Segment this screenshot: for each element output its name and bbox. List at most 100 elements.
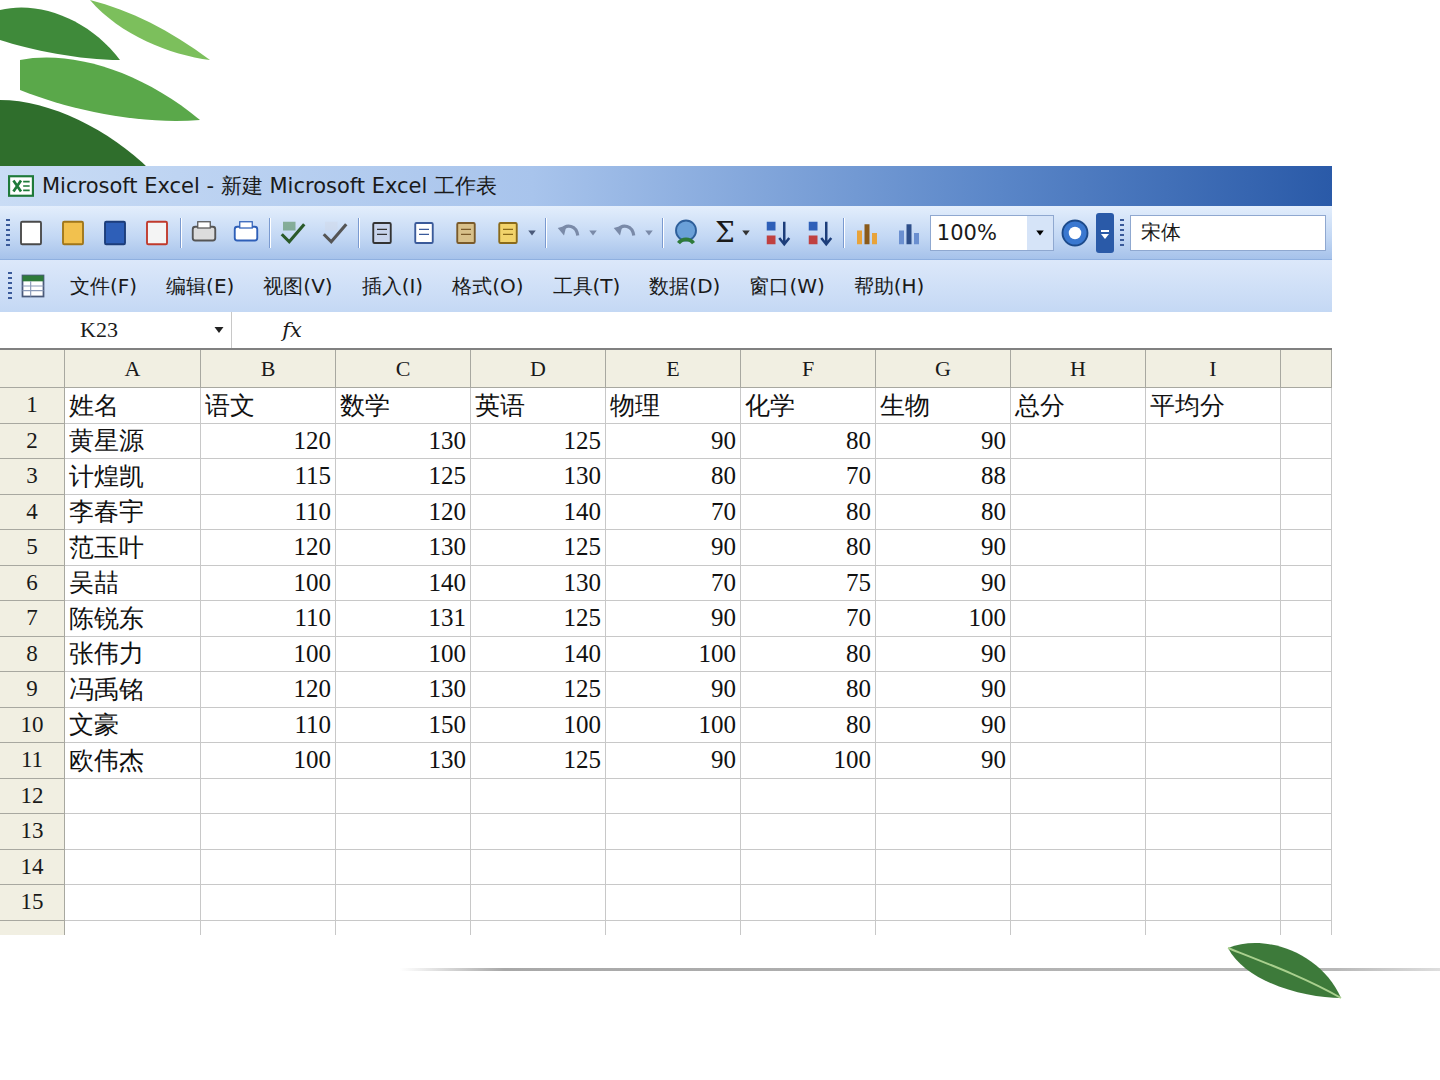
menu-item[interactable]: 格式(O) bbox=[452, 273, 523, 300]
cell[interactable]: 100 bbox=[336, 637, 471, 673]
cell[interactable]: 80 bbox=[606, 459, 741, 495]
cell[interactable] bbox=[201, 814, 336, 850]
cell[interactable]: 90 bbox=[876, 708, 1011, 744]
autosum-button[interactable]: Σ bbox=[713, 216, 737, 249]
cell[interactable]: 80 bbox=[741, 708, 876, 744]
cell[interactable]: 125 bbox=[471, 601, 606, 637]
insert-function-button[interactable]: fx bbox=[232, 318, 352, 342]
cell[interactable] bbox=[201, 921, 336, 936]
sort-descending-icon[interactable] bbox=[805, 218, 835, 248]
cell[interactable] bbox=[1146, 459, 1281, 495]
row-header[interactable]: 6 bbox=[0, 566, 65, 602]
cell[interactable]: 李春宇 bbox=[65, 495, 201, 531]
cell[interactable] bbox=[1146, 885, 1281, 921]
cell[interactable]: 70 bbox=[606, 566, 741, 602]
cell[interactable]: 120 bbox=[201, 672, 336, 708]
cell[interactable]: 110 bbox=[201, 708, 336, 744]
cell[interactable] bbox=[1011, 424, 1146, 460]
cell[interactable] bbox=[1011, 672, 1146, 708]
cell[interactable] bbox=[1146, 850, 1281, 886]
cell[interactable] bbox=[1146, 743, 1281, 779]
cell[interactable] bbox=[65, 779, 201, 815]
cell[interactable] bbox=[1146, 708, 1281, 744]
cell[interactable]: 125 bbox=[336, 459, 471, 495]
menu-item[interactable]: 工具(T) bbox=[553, 273, 621, 300]
cell[interactable] bbox=[606, 885, 741, 921]
cell[interactable] bbox=[1146, 779, 1281, 815]
cell[interactable]: 80 bbox=[741, 424, 876, 460]
row-header[interactable]: 8 bbox=[0, 637, 65, 673]
cell[interactable] bbox=[1281, 885, 1332, 921]
menu-item[interactable]: 数据(D) bbox=[649, 273, 720, 300]
spelling-icon[interactable] bbox=[278, 218, 308, 248]
print-icon[interactable] bbox=[189, 218, 219, 248]
cell[interactable]: 90 bbox=[876, 566, 1011, 602]
column-header[interactable]: H bbox=[1011, 350, 1146, 388]
cell[interactable] bbox=[1281, 388, 1332, 424]
cell[interactable]: 140 bbox=[471, 637, 606, 673]
column-header[interactable] bbox=[1281, 350, 1332, 388]
cell[interactable] bbox=[876, 779, 1011, 815]
cell[interactable] bbox=[1281, 424, 1332, 460]
undo-icon[interactable] bbox=[554, 218, 584, 248]
cell[interactable] bbox=[336, 921, 471, 936]
row-header[interactable] bbox=[0, 921, 65, 936]
cell[interactable]: 80 bbox=[876, 495, 1011, 531]
row-header[interactable]: 2 bbox=[0, 424, 65, 460]
cell[interactable] bbox=[1146, 814, 1281, 850]
cell[interactable] bbox=[1146, 424, 1281, 460]
cell[interactable]: 70 bbox=[741, 601, 876, 637]
cell[interactable]: 130 bbox=[471, 566, 606, 602]
row-header[interactable]: 10 bbox=[0, 708, 65, 744]
row-header[interactable]: 9 bbox=[0, 672, 65, 708]
cell[interactable] bbox=[606, 814, 741, 850]
new-icon[interactable] bbox=[16, 218, 46, 248]
column-header[interactable]: C bbox=[336, 350, 471, 388]
paste-dropdown-icon[interactable] bbox=[527, 228, 537, 238]
cell[interactable] bbox=[876, 921, 1011, 936]
cell[interactable]: 150 bbox=[336, 708, 471, 744]
row-header[interactable]: 4 bbox=[0, 495, 65, 531]
workbook-icon[interactable] bbox=[19, 272, 47, 300]
cell[interactable]: 125 bbox=[471, 530, 606, 566]
cell[interactable] bbox=[471, 850, 606, 886]
cell[interactable] bbox=[336, 814, 471, 850]
toolbar-grip[interactable] bbox=[1120, 219, 1124, 247]
autosum-dropdown[interactable] bbox=[741, 228, 751, 238]
cell[interactable] bbox=[1011, 637, 1146, 673]
cell[interactable] bbox=[471, 779, 606, 815]
cell[interactable] bbox=[201, 850, 336, 886]
cell[interactable] bbox=[1146, 921, 1281, 936]
menu-item[interactable]: 编辑(E) bbox=[166, 273, 234, 300]
cell[interactable] bbox=[1281, 779, 1332, 815]
cell[interactable]: 80 bbox=[741, 495, 876, 531]
name-box[interactable]: K23 bbox=[0, 312, 232, 348]
cell[interactable] bbox=[1281, 814, 1332, 850]
cell[interactable] bbox=[471, 885, 606, 921]
cell[interactable] bbox=[1281, 850, 1332, 886]
cell[interactable]: 80 bbox=[741, 637, 876, 673]
cell[interactable] bbox=[1281, 566, 1332, 602]
column-header[interactable]: F bbox=[741, 350, 876, 388]
cell[interactable] bbox=[1281, 708, 1332, 744]
cell[interactable]: 120 bbox=[336, 495, 471, 531]
cell[interactable]: 欧伟杰 bbox=[65, 743, 201, 779]
chart-wizard-icon[interactable] bbox=[852, 218, 882, 248]
cell[interactable]: 生物 bbox=[876, 388, 1011, 424]
cell[interactable]: 吴喆 bbox=[65, 566, 201, 602]
cell[interactable]: 数学 bbox=[336, 388, 471, 424]
permission-icon[interactable] bbox=[142, 218, 172, 248]
cell[interactable] bbox=[201, 885, 336, 921]
menu-item[interactable]: 帮助(H) bbox=[854, 273, 925, 300]
cell[interactable]: 平均分 bbox=[1146, 388, 1281, 424]
research-icon[interactable] bbox=[320, 218, 350, 248]
open-icon[interactable] bbox=[58, 218, 88, 248]
cell[interactable]: 姓名 bbox=[65, 388, 201, 424]
paste-icon[interactable] bbox=[451, 218, 481, 248]
cell[interactable]: 90 bbox=[876, 424, 1011, 460]
select-all-corner[interactable] bbox=[0, 350, 65, 388]
menu-item[interactable]: 插入(I) bbox=[362, 273, 424, 300]
redo-icon[interactable] bbox=[610, 218, 640, 248]
row-header[interactable]: 5 bbox=[0, 530, 65, 566]
cell[interactable]: 100 bbox=[471, 708, 606, 744]
